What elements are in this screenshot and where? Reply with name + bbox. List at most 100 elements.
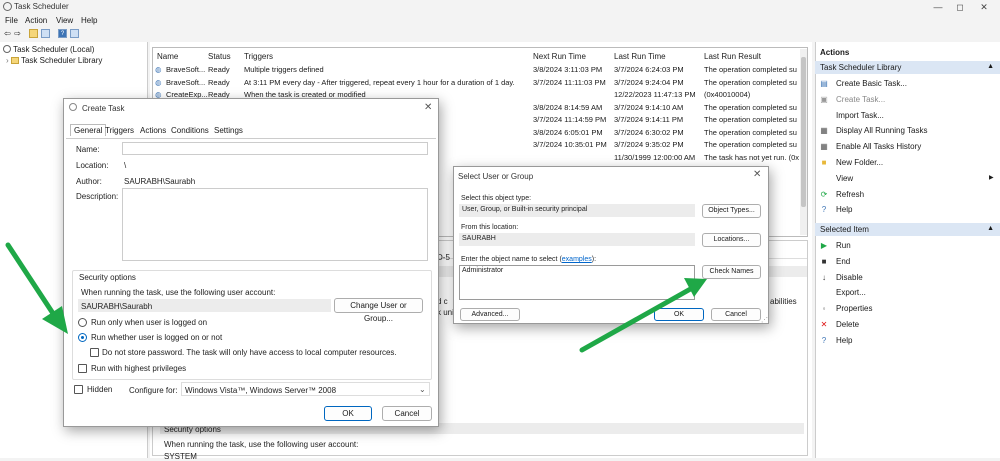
description-textarea[interactable] [122, 188, 428, 261]
menu-help[interactable]: Help [81, 16, 97, 25]
select-user-close-icon[interactable]: ✕ [753, 169, 761, 180]
actions-section-selected[interactable]: Selected Item ▲ [815, 223, 1000, 236]
title-bar: Task Scheduler — ◻ ✕ [0, 0, 1000, 14]
console-icon[interactable] [41, 29, 50, 38]
enter-object-name-label: Enter the object name to select (example… [461, 256, 597, 263]
properties-icon: ◦ [822, 304, 826, 314]
locations-button[interactable]: Locations... [702, 233, 761, 247]
details-security-section: Security options When running the task, … [160, 423, 804, 461]
examples-link[interactable]: examples [562, 256, 592, 263]
import-task-icon [820, 112, 828, 120]
check-names-button[interactable]: Check Names [702, 265, 761, 279]
configure-label: Configure for: [129, 386, 178, 395]
export-icon [820, 289, 828, 297]
details-run-as-value: SYSTEM [164, 452, 197, 461]
chevron-down-icon[interactable]: ⌄ [419, 385, 426, 394]
column-header-name[interactable]: Name [157, 52, 178, 61]
tree-item-root[interactable]: Task Scheduler (Local) [3, 45, 94, 54]
selected-action-item-1[interactable]: End [836, 257, 850, 266]
table-cell: 3/7/2024 9:14:11 PM [614, 115, 684, 124]
task-status-icon: ◍ [155, 65, 162, 74]
new-folder-icon: ■ [821, 158, 827, 167]
menu-view[interactable]: View [56, 16, 73, 25]
selected-action-item-6[interactable]: Help [836, 336, 852, 345]
highest-privileges-label: Run with highest privileges [91, 364, 187, 373]
configure-value: Windows Vista™, Windows Server™ 2008 [185, 386, 337, 395]
table-cell: The task has not yet run. (0x [704, 152, 800, 162]
panel-icon[interactable] [70, 29, 79, 38]
back-arrow-icon[interactable]: ⇦ [3, 29, 12, 38]
tab-actions[interactable]: Actions [140, 126, 166, 135]
action-item-4[interactable]: Enable All Tasks History [836, 142, 921, 151]
table-row[interactable]: BraveSoft... Ready Multiple triggers defin… [153, 64, 803, 76]
selected-action-item-0[interactable]: Run [836, 241, 851, 250]
window-title: Task Scheduler [14, 2, 69, 11]
action-item-8[interactable]: Help [836, 205, 852, 214]
selected-action-item-4[interactable]: Properties [836, 304, 872, 313]
create-task-close-icon[interactable]: ✕ [424, 102, 432, 113]
hidden-checkbox[interactable] [74, 385, 83, 394]
from-location-label: From this location: [461, 224, 519, 231]
advanced-button[interactable]: Advanced... [460, 308, 520, 321]
action-item-2[interactable]: Import Task... [836, 111, 884, 120]
close-window-button[interactable]: ✕ [966, 0, 1000, 14]
collapse-up-icon[interactable]: ▲ [987, 225, 994, 232]
table-row[interactable]: BraveSoft... Ready At 3:11 PM every day - … [153, 77, 803, 89]
table-cell: The operation completed su [704, 127, 797, 137]
change-user-button[interactable]: Change User or Group... [334, 298, 423, 323]
hidden-label: Hidden [87, 385, 113, 394]
selected-action-item-2[interactable]: Disable [836, 273, 863, 282]
table-cell: The operation completed su [704, 65, 797, 74]
collapse-up-icon[interactable]: ▲ [987, 63, 994, 70]
help-icon[interactable]: ? [58, 29, 67, 38]
author-value: SAURABH\Saurabh [124, 177, 196, 186]
radio-logged-on[interactable] [78, 318, 87, 327]
create-task-ok-button[interactable]: OK [324, 406, 372, 421]
table-cell: 3/7/2024 10:35:01 PM [533, 140, 607, 149]
select-user-ok-button[interactable]: OK [654, 308, 704, 321]
radio-whether-logged-on[interactable] [78, 333, 87, 342]
column-header-triggers[interactable]: Triggers [244, 52, 273, 61]
menu-action[interactable]: Action [25, 16, 47, 25]
details-run-as-label: When running the task, use the following… [164, 440, 359, 449]
selected-action-item-3[interactable]: Export... [836, 288, 866, 297]
column-header-last-run[interactable]: Last Run Time [614, 52, 666, 61]
select-user-cancel-button[interactable]: Cancel [711, 308, 761, 321]
forward-arrow-icon[interactable]: ⇨ [13, 29, 22, 38]
action-item-3[interactable]: Display All Running Tasks [836, 126, 927, 135]
highest-privileges-checkbox[interactable] [78, 364, 87, 373]
table-cell: 3/8/2024 3:11:03 PM [533, 65, 603, 74]
action-item-5[interactable]: New Folder... [836, 158, 883, 167]
column-header-status[interactable]: Status [208, 52, 231, 61]
column-header-last-result[interactable]: Last Run Result [704, 52, 761, 61]
action-item-6[interactable]: View [836, 174, 853, 183]
table-cell: 3/7/2024 11:11:03 PM [533, 77, 606, 87]
scrollbar-thumb[interactable] [801, 57, 806, 207]
table-cell: 3/7/2024 9:35:02 PM [614, 140, 684, 149]
actions-section-library[interactable]: Task Scheduler Library ▲ [815, 61, 1000, 74]
tree-library-label: Task Scheduler Library [20, 56, 103, 65]
tree-item-library[interactable]: › Task Scheduler Library [6, 56, 102, 65]
tasks-history-icon: ▦ [820, 142, 828, 152]
tab-conditions[interactable]: Conditions [171, 126, 209, 135]
selected-action-item-5[interactable]: Delete [836, 320, 859, 329]
tab-general[interactable]: General [70, 124, 107, 136]
no-store-password-checkbox[interactable] [90, 348, 99, 357]
column-header-next-run[interactable]: Next Run Time [533, 52, 586, 61]
tab-triggers[interactable]: Triggers [105, 126, 134, 135]
table-cell: The operation completed su [704, 102, 797, 112]
menu-file[interactable]: File [5, 16, 18, 25]
action-item-0[interactable]: Create Basic Task... [836, 79, 907, 88]
table-cell: The operation completed su [704, 77, 797, 87]
object-types-button[interactable]: Object Types... [702, 204, 761, 218]
create-task-cancel-button[interactable]: Cancel [382, 406, 432, 421]
action-item-7[interactable]: Refresh [836, 190, 864, 199]
action-item-1[interactable]: Create Task... [836, 95, 885, 104]
tab-settings[interactable]: Settings [214, 126, 243, 135]
menu-bar: File Action View Help [0, 15, 1000, 27]
name-input[interactable] [122, 142, 428, 155]
folder-icon[interactable] [29, 29, 38, 38]
actions-section-selected-label: Selected Item [820, 225, 869, 234]
location-label: Location: [76, 161, 109, 170]
resize-grip-icon[interactable]: ⋰ [761, 316, 768, 324]
